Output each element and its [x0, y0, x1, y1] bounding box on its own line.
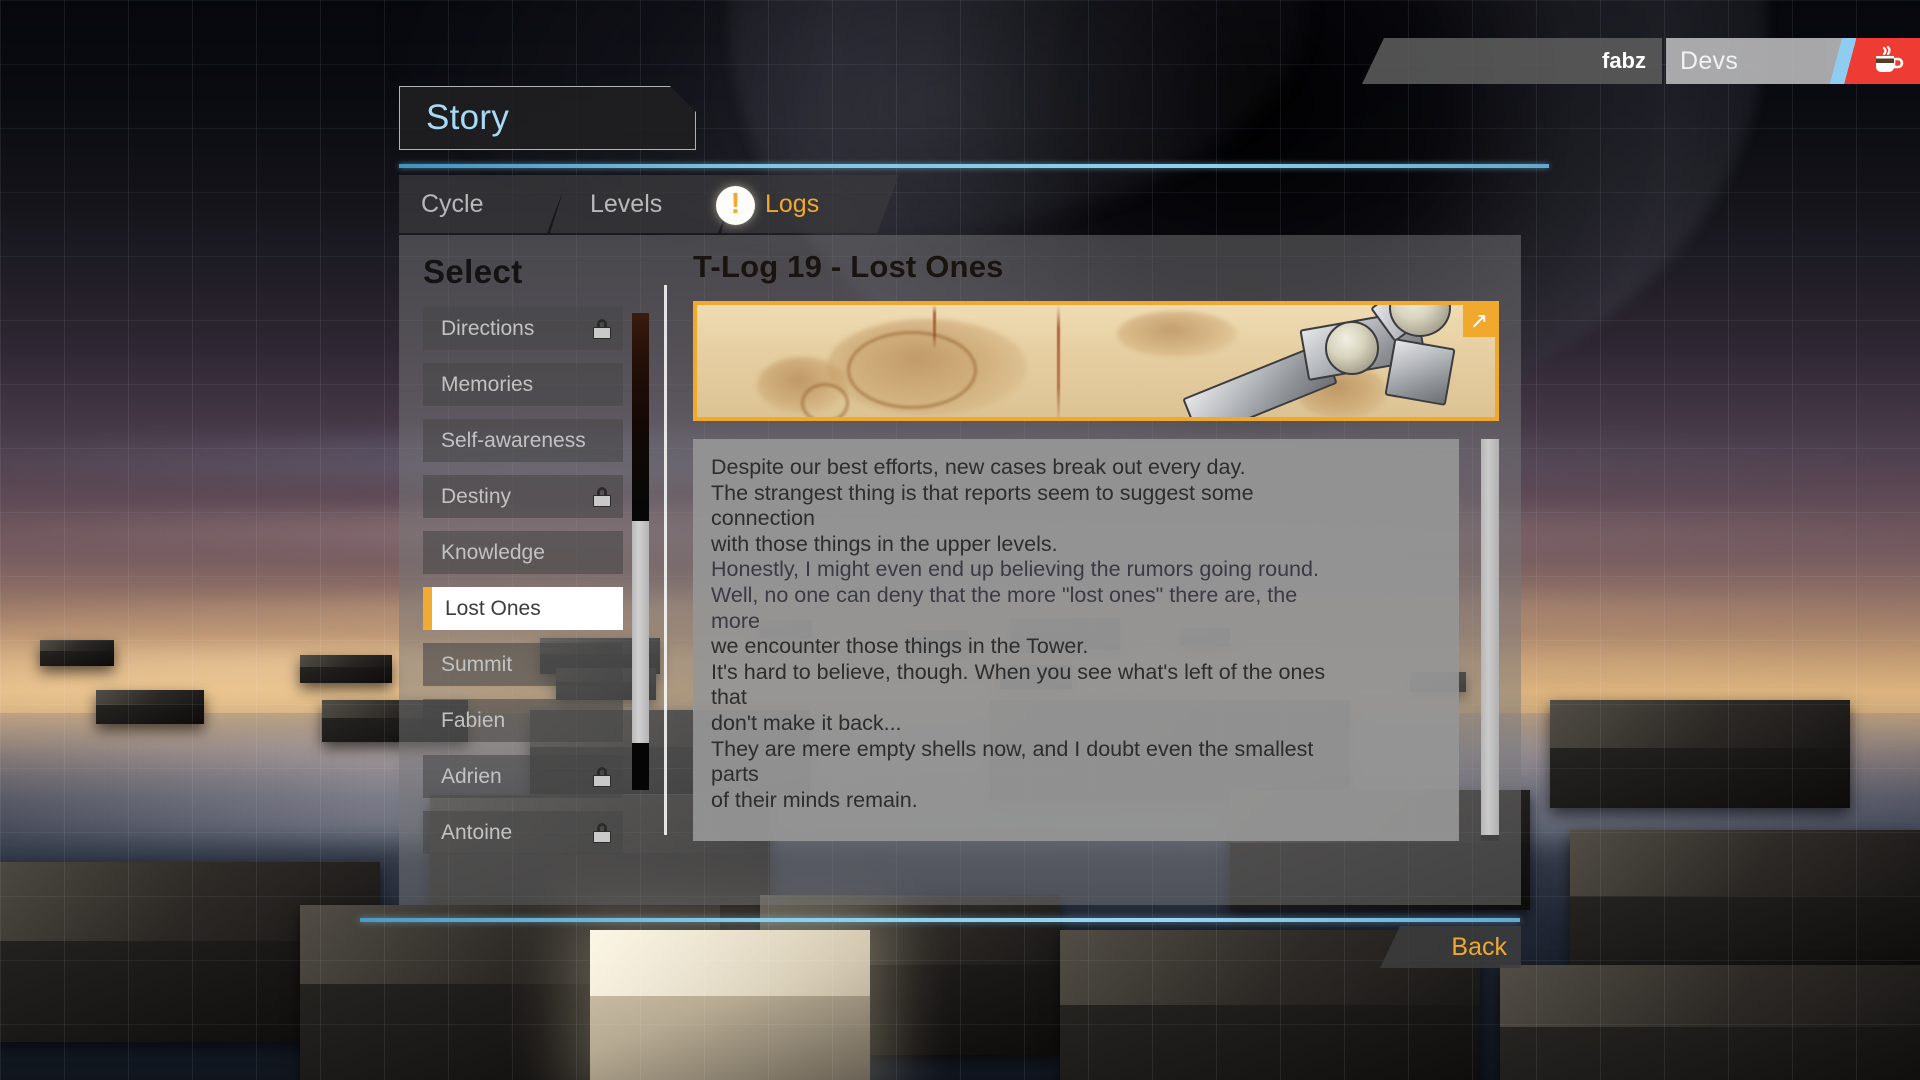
list-item[interactable]: Destiny — [423, 475, 623, 518]
tab-cycle[interactable]: Cycle — [399, 175, 569, 233]
accent-stripe — [1826, 38, 1856, 84]
robot-arm-illustration — [1175, 305, 1495, 417]
game-screen: fabz Devs Story Cycle Levels Logs ! Sele… — [0, 0, 1920, 1080]
log-list-scrollbar-thumb[interactable] — [632, 521, 649, 743]
list-item[interactable]: Knowledge — [423, 531, 623, 574]
parchment-crack — [1057, 305, 1060, 417]
log-line: Despite our best efforts, new cases brea… — [711, 455, 1246, 479]
list-item-label: Destiny — [441, 484, 512, 508]
list-item-label: Summit — [441, 652, 513, 676]
list-item[interactable]: Directions — [423, 307, 623, 350]
log-illustration[interactable]: ↗ — [693, 301, 1499, 421]
log-line: don't make it back... — [711, 710, 902, 735]
expand-arrow-icon[interactable]: ↗ — [1463, 305, 1495, 337]
log-text-scrollbar-thumb[interactable] — [1481, 439, 1499, 835]
tab-logs-label: Logs — [765, 189, 820, 218]
log-line: The strangest thing is that reports seem… — [711, 480, 1254, 505]
back-button[interactable]: Back — [1380, 926, 1521, 968]
alert-glyph: ! — [730, 188, 741, 220]
alert-exclamation-icon[interactable]: ! — [716, 186, 755, 225]
log-line: Honestly, I might even end up believing … — [711, 557, 1319, 582]
log-detail-column: T-Log 19 - Lost Ones ↗ Despite our best … — [665, 235, 1525, 905]
page-title: Story — [426, 98, 510, 137]
log-line: It's hard to believe, though. When you s… — [711, 659, 1326, 684]
list-item-selected[interactable]: Lost Ones — [423, 587, 623, 630]
list-item-label: Antoine — [441, 820, 513, 844]
log-list: Directions Memories Self-awareness Desti… — [423, 307, 623, 854]
lock-icon — [593, 766, 611, 787]
log-line: of their minds remain. — [711, 787, 918, 812]
log-detail-title: T-Log 19 - Lost Ones — [693, 249, 1004, 284]
select-heading: Select — [423, 253, 523, 290]
top-divider-line — [399, 164, 1549, 168]
list-item-label: Knowledge — [441, 540, 545, 564]
list-item-label: Self-awareness — [441, 428, 586, 452]
list-item[interactable]: Summit — [423, 643, 623, 686]
log-line: with those things in the upper levels. — [711, 531, 1058, 556]
parchment-ring — [847, 331, 977, 409]
tab-levels-label: Levels — [590, 189, 663, 218]
log-line: Well, no one can deny that the more "los… — [711, 582, 1298, 607]
tab-cycle-label: Cycle — [421, 189, 484, 218]
expand-glyph: ↗ — [1469, 308, 1489, 333]
log-text-scrollbar[interactable] — [1481, 439, 1499, 841]
log-text-area: Despite our best efforts, new cases brea… — [693, 439, 1499, 847]
log-text-body: Despite our best efforts, new cases brea… — [693, 439, 1459, 841]
log-select-column: Select Directions Memories Self-awarenes… — [399, 235, 667, 905]
parchment-crack — [933, 305, 936, 349]
story-logs-panel: Select Directions Memories Self-awarenes… — [399, 235, 1521, 905]
bottom-divider-line — [360, 918, 1520, 922]
user-status-bar: fabz Devs — [1362, 38, 1920, 84]
player-name-label: fabz — [1602, 48, 1646, 73]
player-group-label: Devs — [1680, 46, 1739, 75]
log-line: we encounter those things in the Tower. — [711, 634, 1089, 659]
log-line: that — [711, 685, 747, 710]
list-item-label: Adrien — [441, 764, 502, 788]
list-item[interactable]: Memories — [423, 363, 623, 406]
tab-bar: Cycle Levels Logs — [399, 175, 949, 233]
lock-icon — [593, 318, 611, 339]
list-item[interactable]: Self-awareness — [423, 419, 623, 462]
list-item-label: Lost Ones — [445, 596, 541, 620]
tab-levels[interactable]: Levels — [550, 175, 740, 233]
player-group-panel[interactable]: Devs — [1666, 38, 1826, 84]
back-button-label: Back — [1451, 932, 1507, 961]
list-item-label: Memories — [441, 372, 534, 396]
list-item[interactable]: Fabien — [423, 699, 623, 742]
list-item[interactable]: Adrien — [423, 755, 623, 798]
lock-icon — [593, 486, 611, 507]
list-item-label: Fabien — [441, 708, 506, 732]
log-line: more — [711, 608, 760, 633]
lock-icon — [593, 822, 611, 843]
log-line: parts — [711, 762, 759, 787]
log-line: They are mere empty shells now, and I do… — [711, 736, 1314, 761]
log-list-scrollbar[interactable] — [632, 313, 649, 790]
log-line: connection — [711, 506, 815, 531]
coffee-cup-badge[interactable] — [1856, 38, 1920, 84]
coffee-cup-icon — [1876, 46, 1904, 72]
parchment-ring — [801, 383, 849, 417]
page-title-tab: Story — [399, 86, 696, 150]
player-name-panel[interactable]: fabz — [1362, 38, 1662, 84]
list-item-label: Directions — [441, 316, 535, 340]
list-item[interactable]: Antoine — [423, 811, 623, 854]
